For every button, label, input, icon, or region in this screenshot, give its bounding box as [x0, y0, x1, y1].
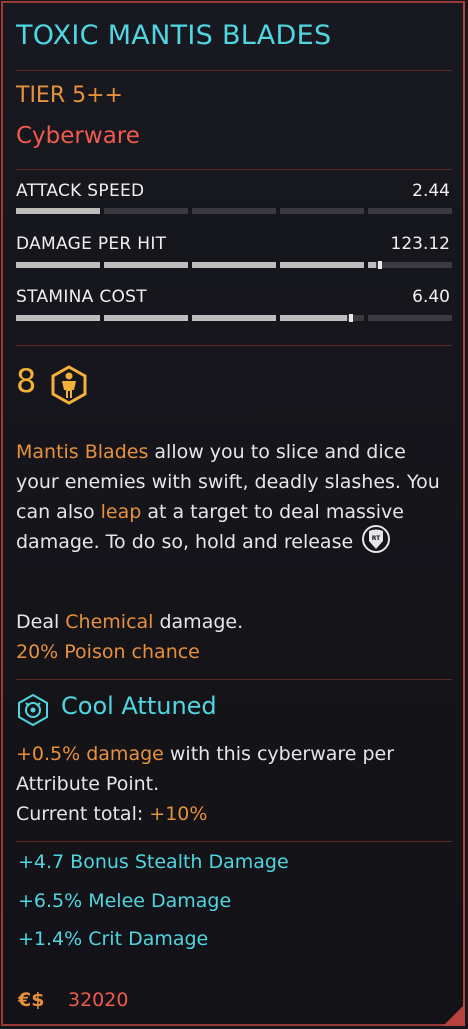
stat-bar-segment: [368, 208, 452, 214]
stat-bar-attack-speed: [16, 208, 452, 214]
deal-prefix: Deal: [16, 611, 66, 633]
stat-bar-fill: [192, 315, 276, 321]
stat-bar-fill: [280, 262, 364, 268]
damage-type-line: Deal Chemical damage.: [16, 611, 243, 633]
stat-bar-segment: [16, 208, 100, 214]
item-price: 32020: [68, 989, 129, 1011]
item-name: TOXIC MANTIS BLADES: [16, 20, 332, 51]
stat-bar-segment: [280, 262, 364, 268]
attunement-bonus: +0.5% damage: [16, 743, 164, 765]
stat-bar-stamina-cost: [16, 314, 452, 322]
stat-bar-segment: [16, 262, 100, 268]
stat-bar-fill: [16, 262, 100, 268]
stat-bar-fill: [16, 208, 100, 214]
stat-bar-marker: [349, 314, 354, 322]
stat-bar-segment: [280, 314, 364, 322]
divider: [16, 70, 452, 71]
item-category: Cyberware: [16, 123, 140, 149]
keyword-leap: leap: [100, 501, 142, 523]
stat-value-attack-speed: 2.44: [412, 181, 450, 201]
deal-suffix: damage.: [153, 611, 244, 633]
bonus-melee-damage: +6.5% Melee Damage: [18, 890, 232, 912]
keyword-chemical: Chemical: [65, 611, 154, 633]
current-total-label: Current total:: [16, 803, 150, 825]
panel-corner-accent: [443, 1004, 465, 1026]
stat-bar-segment: [192, 208, 276, 214]
stat-value-stamina-cost: 6.40: [412, 287, 450, 307]
bonus-crit-damage: +1.4% Crit Damage: [18, 928, 209, 950]
rt-button-icon: RT: [362, 524, 391, 553]
divider: [16, 345, 452, 346]
stat-bar-segment: [368, 315, 452, 321]
item-tier: TIER 5++: [16, 83, 123, 108]
required-level: 8: [16, 362, 37, 400]
stat-bar-segment: [104, 262, 188, 268]
divider: [16, 169, 452, 170]
stat-bar-marker: [378, 261, 383, 269]
stat-bar-segment: [104, 208, 188, 214]
stat-bar-fill: [368, 262, 377, 268]
stat-value-damage-per-hit: 123.12: [390, 234, 450, 254]
stat-bar-segment: [192, 315, 276, 321]
stat-label-stamina-cost: STAMINA COST: [16, 287, 147, 307]
stat-bar-segment: [16, 315, 100, 321]
bonus-stealth-damage: +4.7 Bonus Stealth Damage: [18, 851, 289, 873]
svg-text:RT: RT: [372, 535, 381, 542]
eurodollar-icon: €$: [18, 989, 45, 1011]
divider: [16, 679, 452, 680]
body-attribute-icon: [51, 365, 87, 405]
stat-bar-fill: [280, 315, 348, 321]
stat-bar-fill: [104, 262, 188, 268]
stat-bar-segment: [192, 262, 276, 268]
stat-bar-segment: [104, 315, 188, 321]
item-description: Mantis Blades allow you to slice and dic…: [16, 437, 452, 558]
stat-bar-fill: [104, 315, 188, 321]
stat-bar-segment: [368, 261, 452, 269]
stat-bar-fill: [192, 262, 276, 268]
attunement-description: +0.5% damage with this cyberware per Att…: [16, 739, 452, 829]
stat-label-attack-speed: ATTACK SPEED: [16, 181, 145, 201]
stat-label-damage-per-hit: DAMAGE PER HIT: [16, 234, 167, 254]
divider: [16, 841, 452, 842]
current-total-value: +10%: [149, 803, 208, 825]
stat-bar-segment: [280, 208, 364, 214]
stat-bar-damage-per-hit: [16, 261, 452, 269]
cool-attribute-icon: [18, 694, 48, 726]
keyword-mantis-blades: Mantis Blades: [16, 441, 149, 463]
stat-bar-fill: [16, 315, 100, 321]
attunement-title: Cool Attuned: [61, 692, 217, 720]
poison-chance: 20% Poison chance: [16, 641, 200, 663]
